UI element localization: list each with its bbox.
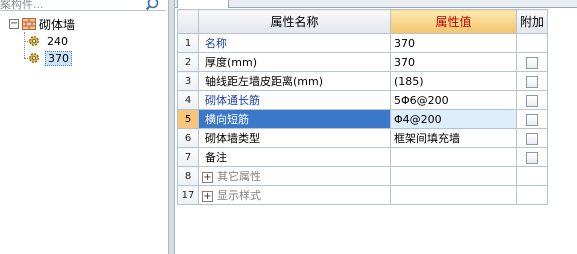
tab-properties[interactable] bbox=[177, 0, 229, 8]
table-row-group[interactable]: 17 + 显示样式 bbox=[177, 185, 548, 205]
extra-checkbox[interactable] bbox=[526, 56, 538, 69]
property-value[interactable]: 370 bbox=[390, 33, 517, 53]
property-grid-panel: 属性名称 属性值 附加 1 名称 370 2 厚度(mm) 370 3 轴线距左… bbox=[175, 0, 577, 254]
property-value-editor[interactable]: Φ4@200 bbox=[390, 109, 517, 129]
group-label: 其它属性 bbox=[217, 170, 261, 183]
column-header-name[interactable]: 属性名称 bbox=[198, 9, 391, 34]
tree-item-240[interactable]: 240 bbox=[28, 33, 70, 49]
column-header-extra[interactable]: 附加 bbox=[516, 9, 548, 34]
search-input[interactable] bbox=[0, 0, 140, 10]
table-row[interactable]: 4 砌体通长筋 5Φ6@200 bbox=[177, 90, 548, 110]
panel-splitter[interactable] bbox=[168, 0, 175, 254]
table-row-group[interactable]: 8 + 其它属性 bbox=[177, 166, 548, 186]
extra-cell bbox=[516, 33, 548, 53]
gear-icon bbox=[29, 53, 39, 63]
row-number: 2 bbox=[177, 52, 199, 72]
tree-item-label: 240 bbox=[47, 34, 68, 48]
extra-checkbox[interactable] bbox=[526, 113, 538, 126]
property-value bbox=[390, 166, 517, 186]
extra-cell bbox=[516, 90, 548, 110]
property-name[interactable]: 横向短筋 bbox=[198, 109, 391, 129]
tree-item-label: 370 bbox=[45, 50, 72, 66]
row-number: 3 bbox=[177, 71, 199, 91]
property-value[interactable] bbox=[390, 147, 517, 167]
extra-cell bbox=[516, 71, 548, 91]
row-number: 8 bbox=[177, 166, 199, 186]
wall-icon bbox=[22, 18, 36, 30]
table-row[interactable]: 1 名称 370 bbox=[177, 33, 548, 53]
expand-icon[interactable]: + bbox=[202, 190, 213, 202]
property-group[interactable]: + 其它属性 bbox=[198, 166, 391, 186]
table-row[interactable]: 2 厚度(mm) 370 bbox=[177, 52, 548, 72]
tree-node-masonry-wall[interactable]: − 砌体墙 bbox=[9, 16, 75, 32]
tab-strip bbox=[175, 0, 577, 8]
table-row[interactable]: 7 备注 bbox=[177, 147, 548, 167]
property-name[interactable]: 厚度(mm) bbox=[198, 52, 391, 72]
property-name[interactable]: 备注 bbox=[198, 147, 391, 167]
search-icon[interactable] bbox=[146, 0, 162, 10]
property-value bbox=[390, 185, 517, 205]
search-bar bbox=[0, 0, 166, 11]
table-row[interactable]: 6 砌体墙类型 框架间填充墙 bbox=[177, 128, 548, 148]
row-number: 6 bbox=[177, 128, 199, 148]
tree-root-label: 砌体墙 bbox=[39, 17, 76, 32]
extra-checkbox[interactable] bbox=[526, 151, 538, 164]
table-row-selected[interactable]: 5 横向短筋 Φ4@200 bbox=[177, 109, 548, 129]
table-header-row: 属性名称 属性值 附加 bbox=[177, 9, 548, 34]
property-table: 属性名称 属性值 附加 1 名称 370 2 厚度(mm) 370 3 轴线距左… bbox=[177, 9, 548, 205]
expand-icon[interactable]: + bbox=[202, 171, 213, 183]
row-number: 1 bbox=[177, 33, 199, 53]
table-row[interactable]: 3 轴线距左墙皮距离(mm) (185) bbox=[177, 71, 548, 91]
extra-cell bbox=[516, 166, 548, 186]
property-value[interactable]: 370 bbox=[390, 52, 517, 72]
group-label: 显示样式 bbox=[217, 189, 261, 202]
extra-cell bbox=[516, 52, 548, 72]
row-number: 5 bbox=[177, 109, 199, 129]
extra-cell bbox=[516, 109, 548, 129]
property-name[interactable]: 砌体通长筋 bbox=[198, 90, 391, 110]
extra-cell bbox=[516, 128, 548, 148]
property-group[interactable]: + 显示样式 bbox=[198, 185, 391, 205]
property-name[interactable]: 名称 bbox=[198, 33, 391, 53]
property-value[interactable]: 框架间填充墙 bbox=[390, 128, 517, 148]
column-header-value[interactable]: 属性值 bbox=[390, 9, 517, 34]
extra-checkbox[interactable] bbox=[526, 132, 538, 145]
extra-cell bbox=[516, 147, 548, 167]
property-value[interactable]: (185) bbox=[390, 71, 517, 91]
row-number: 4 bbox=[177, 90, 199, 110]
tree-item-370[interactable]: 370 bbox=[28, 50, 72, 66]
extra-cell bbox=[516, 185, 548, 205]
collapse-toggle[interactable]: − bbox=[9, 19, 19, 29]
extra-checkbox[interactable] bbox=[526, 94, 538, 107]
property-value[interactable]: 5Φ6@200 bbox=[390, 90, 517, 110]
component-tree-panel: − 砌体墙 240 370 bbox=[0, 0, 168, 254]
row-number: 7 bbox=[177, 147, 199, 167]
extra-checkbox[interactable] bbox=[526, 75, 538, 88]
property-name[interactable]: 砌体墙类型 bbox=[198, 128, 391, 148]
row-number-header bbox=[177, 9, 199, 34]
property-name[interactable]: 轴线距左墙皮距离(mm) bbox=[198, 71, 391, 91]
row-number: 17 bbox=[177, 185, 199, 205]
gear-icon bbox=[29, 36, 39, 46]
